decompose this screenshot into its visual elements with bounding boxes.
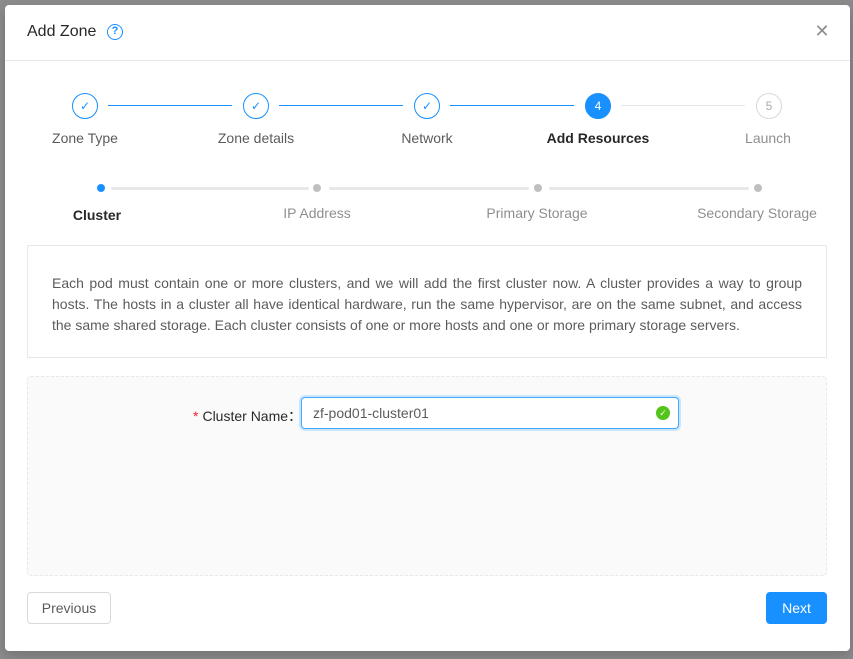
step-label-zone-type: Zone Type xyxy=(52,130,118,146)
cluster-form: *Cluster Name： ✓ xyxy=(27,376,827,576)
next-button[interactable]: Next xyxy=(766,592,827,624)
step-label-add-resources: Add Resources xyxy=(546,130,650,146)
step-1-check-icon: ✓ xyxy=(72,93,98,119)
step-connector xyxy=(621,105,745,106)
description-text: Each pod must contain one or more cluste… xyxy=(52,275,802,333)
step-connector xyxy=(279,105,403,106)
sub-step-dot-cluster xyxy=(97,184,105,192)
cluster-name-label-text: Cluster Name xyxy=(202,408,289,424)
modal-header: Add Zone ? ✕ xyxy=(5,5,850,61)
modal-title: Add Zone xyxy=(27,23,97,40)
previous-button[interactable]: Previous xyxy=(27,592,111,624)
sub-step-label-primary-storage: Primary Storage xyxy=(486,205,588,221)
question-circle-icon[interactable]: ? xyxy=(107,24,123,40)
add-zone-modal: Add Zone ? ✕ ✓ Zone Type ✓ Zone details … xyxy=(5,5,850,651)
cluster-name-input[interactable] xyxy=(301,397,679,429)
sub-step-connector xyxy=(111,187,309,190)
sub-step-dot-primary-storage xyxy=(534,184,542,192)
sub-step-label-cluster: Cluster xyxy=(72,207,122,223)
sub-step-connector xyxy=(549,187,749,190)
step-label-network: Network xyxy=(401,130,453,146)
sub-step-label-secondary-storage: Secondary Storage xyxy=(697,205,817,221)
step-2-check-icon: ✓ xyxy=(243,93,269,119)
cluster-name-label: * Cluster Name： xyxy=(193,408,303,424)
sub-step-label-ip-address: IP Address xyxy=(283,205,351,221)
close-icon[interactable]: ✕ xyxy=(814,22,830,40)
step-3-check-icon: ✓ xyxy=(414,93,440,119)
step-label-launch: Launch xyxy=(745,130,791,146)
step-4-number: 4 xyxy=(585,93,611,119)
check-circle-icon: ✓ xyxy=(656,406,670,420)
description-box: Each pod must contain one or more cluste… xyxy=(27,245,827,358)
step-label-zone-details: Zone details xyxy=(217,130,295,146)
required-mark: * xyxy=(193,408,199,424)
step-5-number: 5 xyxy=(756,93,782,119)
sub-step-connector xyxy=(329,187,529,190)
step-connector xyxy=(108,105,232,106)
sub-step-dot-secondary-storage xyxy=(754,184,762,192)
step-connector xyxy=(450,105,574,106)
sub-step-dot-ip-address xyxy=(313,184,321,192)
